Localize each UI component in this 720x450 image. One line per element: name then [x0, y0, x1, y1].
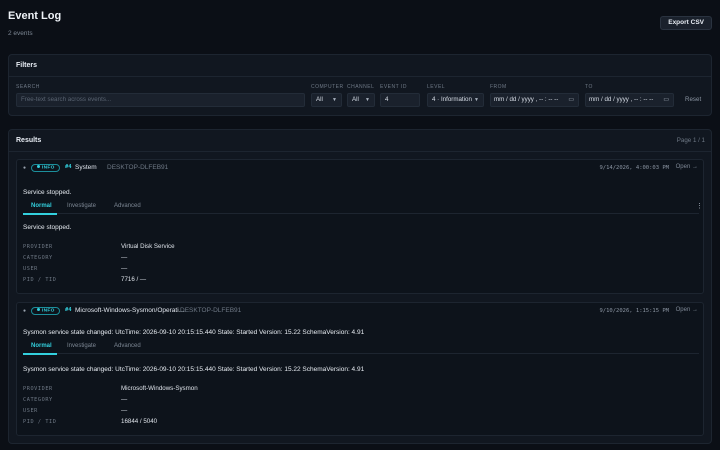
results-title: Results	[16, 137, 42, 144]
tab-advanced[interactable]: Advanced	[114, 343, 141, 349]
active-tab-indicator	[23, 353, 57, 355]
status-dot-icon	[37, 165, 40, 168]
event-timestamp: 9/10/2026, 1:15:15 PM	[599, 307, 669, 314]
from-datetime-input[interactable]: mm / dd / yyyy , -- : -- -- ▭	[490, 93, 579, 107]
user-key: USER	[23, 266, 38, 272]
pid-tid-key: PID / TID	[23, 419, 57, 425]
open-link[interactable]: Open →	[676, 164, 698, 170]
chevron-down-icon: ▼	[474, 97, 479, 103]
category-key: CATEGORY	[23, 255, 53, 261]
tab-advanced[interactable]: Advanced	[114, 203, 141, 209]
search-label: SEARCH	[16, 84, 40, 90]
user-value: —	[121, 265, 128, 272]
channel-value: All	[352, 96, 359, 103]
export-csv-button[interactable]: Export CSV	[660, 16, 712, 30]
event-id-input[interactable]: 4	[380, 93, 420, 107]
provider-key: PROVIDER	[23, 244, 53, 250]
bullet-icon: ●	[23, 165, 27, 171]
open-link[interactable]: Open →	[676, 307, 698, 313]
event-channel: System	[75, 164, 97, 171]
tab-normal[interactable]: Normal	[31, 343, 52, 349]
event-timestamp: 9/14/2026, 4:00:03 PM	[599, 164, 669, 171]
event-header[interactable]: ● INFO #4 Microsoft-Windows-Sysmon/Opera…	[17, 303, 703, 319]
event-card: ● INFO #4 Microsoft-Windows-Sysmon/Opera…	[16, 302, 704, 436]
calendar-icon[interactable]: ▭	[568, 94, 574, 106]
pid-tid-value: 7716 / —	[121, 276, 147, 283]
tab-investigate[interactable]: Investigate	[67, 203, 96, 209]
tab-normal[interactable]: Normal	[31, 203, 52, 209]
results-header: Results Page 1 / 1	[9, 130, 711, 152]
computer-label: COMPUTER	[311, 84, 344, 90]
chevron-down-icon: ▼	[365, 97, 370, 103]
event-computer: DESKTOP-DLFEB91	[107, 164, 169, 171]
channel-label: CHANNEL	[347, 84, 375, 90]
event-id-label: EVENT ID	[380, 84, 407, 90]
more-options-icon[interactable]: ⋮	[696, 202, 703, 210]
event-message: Service stopped.	[23, 224, 72, 231]
category-key: CATEGORY	[23, 397, 53, 403]
filters-title: Filters	[9, 55, 711, 77]
level-value: 4 · Information	[432, 96, 472, 103]
status-dot-icon	[37, 308, 40, 311]
level-badge: INFO	[31, 307, 60, 315]
event-count: 2 events	[8, 30, 33, 37]
computer-value: All	[316, 96, 323, 103]
event-tabs: Normal Investigate Advanced ⋮	[23, 200, 703, 215]
level-badge: INFO	[31, 164, 60, 172]
computer-select[interactable]: All ▼	[311, 93, 342, 107]
pid-tid-key: PID / TID	[23, 277, 57, 283]
level-text: INFO	[42, 308, 55, 314]
event-computer: DESKTOP-DLFEB91	[180, 307, 242, 314]
level-select[interactable]: 4 · Information ▼	[427, 93, 484, 107]
page-title: Event Log	[8, 10, 62, 22]
calendar-icon[interactable]: ▭	[663, 94, 669, 106]
to-datetime-input[interactable]: mm / dd / yyyy , -- : -- -- ▭	[585, 93, 674, 107]
event-tabs: Normal Investigate Advanced	[23, 340, 699, 355]
event-card: ● INFO #4 System DESKTOP-DLFEB91 9/14/20…	[16, 159, 704, 294]
bullet-icon: ●	[23, 308, 27, 314]
event-id: #4	[65, 307, 72, 313]
event-channel: Microsoft-Windows-Sysmon/Operati…	[75, 307, 186, 314]
provider-value: Virtual Disk Service	[121, 243, 175, 250]
from-value: mm / dd / yyyy , -- : -- --	[494, 96, 559, 103]
page-header: Event Log 2 events Export CSV	[8, 0, 712, 40]
event-header[interactable]: ● INFO #4 System DESKTOP-DLFEB91 9/14/20…	[17, 160, 703, 176]
event-message: Sysmon service state changed: UtcTime: 2…	[23, 366, 365, 373]
provider-key: PROVIDER	[23, 386, 53, 392]
to-label: TO	[585, 84, 593, 90]
page-indicator: Page 1 / 1	[676, 137, 705, 144]
channel-select[interactable]: All ▼	[347, 93, 375, 107]
event-summary: Service stopped.	[23, 189, 72, 196]
filters-panel: Filters SEARCH Free-text search across e…	[8, 54, 712, 116]
event-summary: Sysmon service state changed: UtcTime: 2…	[23, 329, 365, 336]
level-label: LEVEL	[427, 84, 446, 90]
to-value: mm / dd / yyyy , -- : -- --	[589, 96, 654, 103]
user-key: USER	[23, 408, 38, 414]
user-value: —	[121, 407, 128, 414]
pid-tid-value: 16844 / 5040	[121, 418, 158, 425]
from-label: FROM	[490, 84, 507, 90]
results-panel: Results Page 1 / 1 ● INFO #4 System DESK…	[8, 129, 712, 444]
search-input[interactable]: Free-text search across events...	[16, 93, 305, 107]
chevron-down-icon: ▼	[332, 97, 337, 103]
level-text: INFO	[42, 165, 55, 171]
tab-investigate[interactable]: Investigate	[67, 343, 96, 349]
category-value: —	[121, 254, 128, 261]
category-value: —	[121, 396, 128, 403]
active-tab-indicator	[23, 213, 57, 215]
reset-button[interactable]: Reset	[685, 96, 701, 103]
event-id: #4	[65, 164, 72, 170]
provider-value: Microsoft-Windows-Sysmon	[121, 385, 198, 392]
